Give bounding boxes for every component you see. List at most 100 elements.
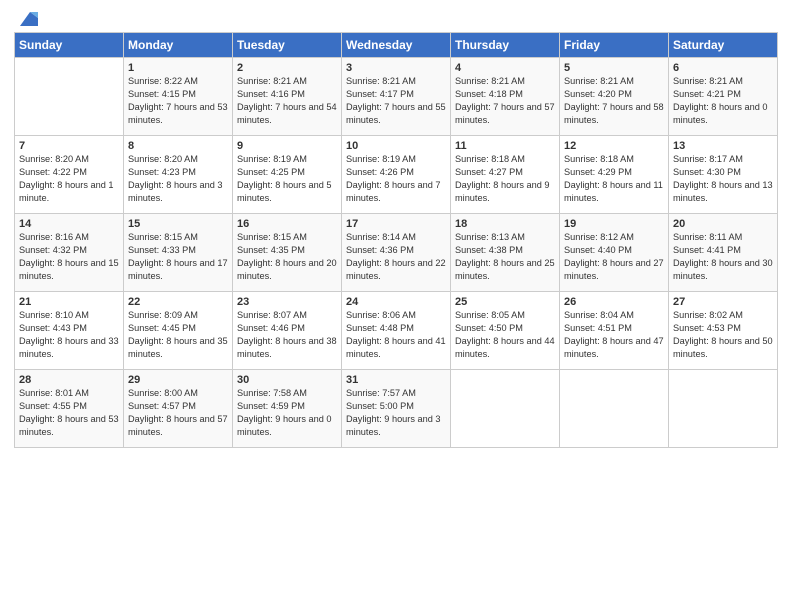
calendar-cell: 13Sunrise: 8:17 AMSunset: 4:30 PMDayligh…: [669, 136, 778, 214]
calendar-cell: 5Sunrise: 8:21 AMSunset: 4:20 PMDaylight…: [560, 58, 669, 136]
weekday-header: Tuesday: [233, 33, 342, 58]
calendar-cell: 2Sunrise: 8:21 AMSunset: 4:16 PMDaylight…: [233, 58, 342, 136]
calendar-cell: 28Sunrise: 8:01 AMSunset: 4:55 PMDayligh…: [15, 370, 124, 448]
calendar-cell: 27Sunrise: 8:02 AMSunset: 4:53 PMDayligh…: [669, 292, 778, 370]
calendar-cell: 30Sunrise: 7:58 AMSunset: 4:59 PMDayligh…: [233, 370, 342, 448]
day-number: 18: [455, 218, 555, 230]
calendar-cell: 18Sunrise: 8:13 AMSunset: 4:38 PMDayligh…: [451, 214, 560, 292]
cell-info: Sunrise: 8:16 AMSunset: 4:32 PMDaylight:…: [19, 231, 119, 283]
calendar-cell: [669, 370, 778, 448]
cell-info: Sunrise: 8:15 AMSunset: 4:33 PMDaylight:…: [128, 231, 228, 283]
cell-info: Sunrise: 8:22 AMSunset: 4:15 PMDaylight:…: [128, 75, 228, 127]
day-number: 25: [455, 296, 555, 308]
day-number: 11: [455, 140, 555, 152]
day-number: 12: [564, 140, 664, 152]
calendar-cell: 3Sunrise: 8:21 AMSunset: 4:17 PMDaylight…: [342, 58, 451, 136]
day-number: 21: [19, 296, 119, 308]
calendar-cell: 21Sunrise: 8:10 AMSunset: 4:43 PMDayligh…: [15, 292, 124, 370]
day-number: 4: [455, 62, 555, 74]
day-number: 3: [346, 62, 446, 74]
calendar-cell: 1Sunrise: 8:22 AMSunset: 4:15 PMDaylight…: [124, 58, 233, 136]
cell-info: Sunrise: 8:09 AMSunset: 4:45 PMDaylight:…: [128, 309, 228, 361]
day-number: 10: [346, 140, 446, 152]
cell-info: Sunrise: 8:19 AMSunset: 4:26 PMDaylight:…: [346, 153, 446, 205]
calendar-week-row: 7Sunrise: 8:20 AMSunset: 4:22 PMDaylight…: [15, 136, 778, 214]
calendar-week-row: 28Sunrise: 8:01 AMSunset: 4:55 PMDayligh…: [15, 370, 778, 448]
calendar-cell: 15Sunrise: 8:15 AMSunset: 4:33 PMDayligh…: [124, 214, 233, 292]
cell-info: Sunrise: 8:04 AMSunset: 4:51 PMDaylight:…: [564, 309, 664, 361]
day-number: 2: [237, 62, 337, 74]
cell-info: Sunrise: 8:07 AMSunset: 4:46 PMDaylight:…: [237, 309, 337, 361]
cell-info: Sunrise: 8:21 AMSunset: 4:21 PMDaylight:…: [673, 75, 773, 127]
calendar-week-row: 1Sunrise: 8:22 AMSunset: 4:15 PMDaylight…: [15, 58, 778, 136]
day-number: 22: [128, 296, 228, 308]
day-number: 8: [128, 140, 228, 152]
day-number: 5: [564, 62, 664, 74]
cell-info: Sunrise: 8:20 AMSunset: 4:23 PMDaylight:…: [128, 153, 228, 205]
day-number: 29: [128, 374, 228, 386]
day-number: 20: [673, 218, 773, 230]
day-number: 27: [673, 296, 773, 308]
cell-info: Sunrise: 8:12 AMSunset: 4:40 PMDaylight:…: [564, 231, 664, 283]
calendar-cell: [560, 370, 669, 448]
cell-info: Sunrise: 8:18 AMSunset: 4:29 PMDaylight:…: [564, 153, 664, 205]
calendar-cell: 17Sunrise: 8:14 AMSunset: 4:36 PMDayligh…: [342, 214, 451, 292]
cell-info: Sunrise: 8:21 AMSunset: 4:20 PMDaylight:…: [564, 75, 664, 127]
calendar-cell: 23Sunrise: 8:07 AMSunset: 4:46 PMDayligh…: [233, 292, 342, 370]
calendar-cell: 19Sunrise: 8:12 AMSunset: 4:40 PMDayligh…: [560, 214, 669, 292]
calendar-cell: 24Sunrise: 8:06 AMSunset: 4:48 PMDayligh…: [342, 292, 451, 370]
cell-info: Sunrise: 8:18 AMSunset: 4:27 PMDaylight:…: [455, 153, 555, 205]
calendar-cell: [15, 58, 124, 136]
cell-info: Sunrise: 7:57 AMSunset: 5:00 PMDaylight:…: [346, 387, 446, 439]
calendar-cell: 20Sunrise: 8:11 AMSunset: 4:41 PMDayligh…: [669, 214, 778, 292]
day-number: 14: [19, 218, 119, 230]
cell-info: Sunrise: 8:00 AMSunset: 4:57 PMDaylight:…: [128, 387, 228, 439]
day-number: 26: [564, 296, 664, 308]
day-number: 28: [19, 374, 119, 386]
calendar-cell: [451, 370, 560, 448]
cell-info: Sunrise: 8:20 AMSunset: 4:22 PMDaylight:…: [19, 153, 119, 205]
cell-info: Sunrise: 8:15 AMSunset: 4:35 PMDaylight:…: [237, 231, 337, 283]
cell-info: Sunrise: 8:19 AMSunset: 4:25 PMDaylight:…: [237, 153, 337, 205]
cell-info: Sunrise: 8:11 AMSunset: 4:41 PMDaylight:…: [673, 231, 773, 283]
calendar-week-row: 14Sunrise: 8:16 AMSunset: 4:32 PMDayligh…: [15, 214, 778, 292]
weekday-header: Friday: [560, 33, 669, 58]
header: [14, 10, 778, 26]
calendar-cell: 29Sunrise: 8:00 AMSunset: 4:57 PMDayligh…: [124, 370, 233, 448]
cell-info: Sunrise: 8:21 AMSunset: 4:18 PMDaylight:…: [455, 75, 555, 127]
cell-info: Sunrise: 8:06 AMSunset: 4:48 PMDaylight:…: [346, 309, 446, 361]
day-number: 1: [128, 62, 228, 74]
cell-info: Sunrise: 7:58 AMSunset: 4:59 PMDaylight:…: [237, 387, 337, 439]
cell-info: Sunrise: 8:13 AMSunset: 4:38 PMDaylight:…: [455, 231, 555, 283]
day-number: 24: [346, 296, 446, 308]
calendar-cell: 31Sunrise: 7:57 AMSunset: 5:00 PMDayligh…: [342, 370, 451, 448]
day-number: 17: [346, 218, 446, 230]
weekday-header: Monday: [124, 33, 233, 58]
day-number: 9: [237, 140, 337, 152]
logo-icon: [16, 8, 38, 30]
cell-info: Sunrise: 8:14 AMSunset: 4:36 PMDaylight:…: [346, 231, 446, 283]
calendar-cell: 26Sunrise: 8:04 AMSunset: 4:51 PMDayligh…: [560, 292, 669, 370]
calendar-cell: 12Sunrise: 8:18 AMSunset: 4:29 PMDayligh…: [560, 136, 669, 214]
calendar-week-row: 21Sunrise: 8:10 AMSunset: 4:43 PMDayligh…: [15, 292, 778, 370]
day-number: 30: [237, 374, 337, 386]
logo: [14, 10, 38, 26]
header-row: SundayMondayTuesdayWednesdayThursdayFrid…: [15, 33, 778, 58]
page-container: SundayMondayTuesdayWednesdayThursdayFrid…: [0, 0, 792, 456]
calendar-cell: 14Sunrise: 8:16 AMSunset: 4:32 PMDayligh…: [15, 214, 124, 292]
weekday-header: Thursday: [451, 33, 560, 58]
calendar-cell: 11Sunrise: 8:18 AMSunset: 4:27 PMDayligh…: [451, 136, 560, 214]
day-number: 6: [673, 62, 773, 74]
day-number: 31: [346, 374, 446, 386]
calendar-cell: 10Sunrise: 8:19 AMSunset: 4:26 PMDayligh…: [342, 136, 451, 214]
calendar-cell: 8Sunrise: 8:20 AMSunset: 4:23 PMDaylight…: [124, 136, 233, 214]
cell-info: Sunrise: 8:05 AMSunset: 4:50 PMDaylight:…: [455, 309, 555, 361]
day-number: 7: [19, 140, 119, 152]
cell-info: Sunrise: 8:01 AMSunset: 4:55 PMDaylight:…: [19, 387, 119, 439]
weekday-header: Wednesday: [342, 33, 451, 58]
calendar-table: SundayMondayTuesdayWednesdayThursdayFrid…: [14, 32, 778, 448]
cell-info: Sunrise: 8:10 AMSunset: 4:43 PMDaylight:…: [19, 309, 119, 361]
calendar-cell: 22Sunrise: 8:09 AMSunset: 4:45 PMDayligh…: [124, 292, 233, 370]
weekday-header: Saturday: [669, 33, 778, 58]
calendar-cell: 6Sunrise: 8:21 AMSunset: 4:21 PMDaylight…: [669, 58, 778, 136]
